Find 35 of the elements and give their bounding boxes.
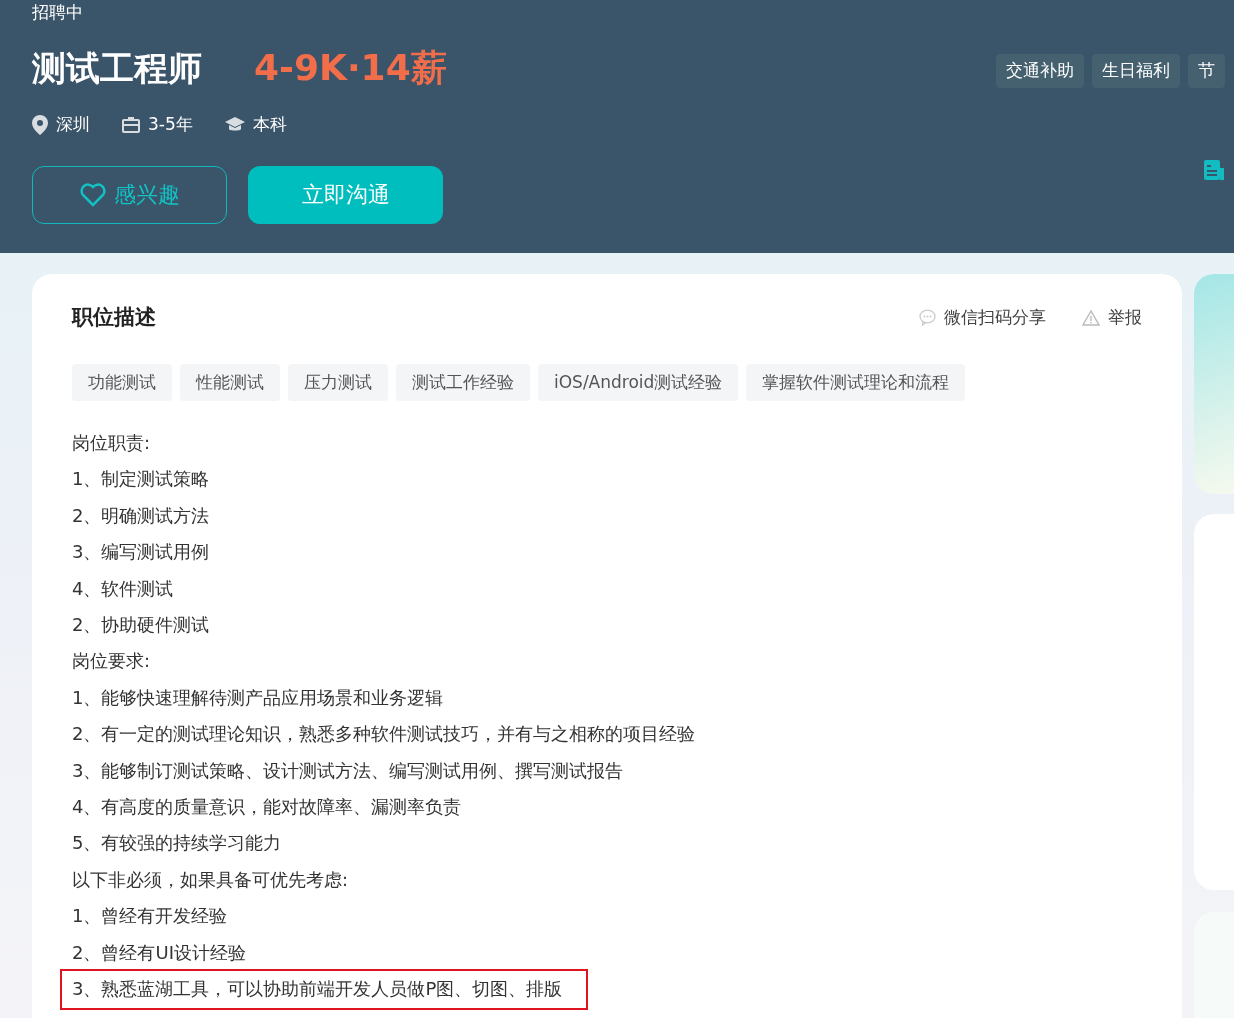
skill-tag: 掌握软件测试理论和流程 <box>746 363 966 401</box>
description-line: 2、曾经有UI设计经验 <box>72 940 246 965</box>
description-line: 岗位要求: <box>72 649 151 674</box>
description-line: 3、熟悉蓝湖工具，可以协助前端开发人员做P图、切图、排版 <box>62 971 587 1008</box>
skill-tag: 性能测试 <box>180 363 280 401</box>
description-line: 3、能够制订测试策略、设计测试方法、编写测试用例、撰写测试报告 <box>72 758 624 783</box>
status-label: 招聘中 <box>32 1 84 24</box>
description-line: 3、编写测试用例 <box>72 540 210 565</box>
description-line: 4、有高度的质量意识，能对故障率、漏测率负责 <box>72 795 462 820</box>
description-line: 5、有较强的持续学习能力 <box>72 831 282 856</box>
location-text: 深圳 <box>56 113 90 136</box>
description-line: 2、明确测试方法 <box>72 503 210 528</box>
description-line: 1、能够快速理解待测产品应用场景和业务逻辑 <box>72 685 444 710</box>
benefit-tag: 交通补助 <box>996 54 1084 88</box>
interest-button[interactable]: 感兴趣 <box>32 165 227 224</box>
share-link[interactable]: 微信扫码分享 <box>944 305 1046 331</box>
section-title: 职位描述 <box>72 304 156 331</box>
description-line: 2、有一定的测试理论知识，熟悉多种软件测试技巧，并有与之相称的项目经验 <box>72 722 696 747</box>
report-link[interactable]: 举报 <box>1108 305 1142 331</box>
benefit-tag: 节 <box>1188 54 1225 88</box>
skill-tag: 测试工作经验 <box>396 363 530 401</box>
job-title: 测试工程师 <box>32 51 202 85</box>
skill-tag: 功能测试 <box>72 363 172 401</box>
skill-tag: iOS/Android测试经验 <box>538 363 739 401</box>
description-line: 以下非必须，如果具备可优先考虑: <box>72 867 349 892</box>
description-line: 1、制定测试策略 <box>72 467 210 492</box>
experience-text: 3-5年 <box>148 113 193 136</box>
skill-tag: 压力测试 <box>288 363 388 401</box>
education-text: 本科 <box>252 113 287 136</box>
description-line: 4、软件测试 <box>72 576 174 601</box>
description-line: 1、曾经有开发经验 <box>72 904 228 929</box>
benefit-tag: 生日福利 <box>1092 54 1180 88</box>
salary-text: 4-9K·14薪 <box>254 50 447 86</box>
description-line: 岗位职责: <box>72 431 151 455</box>
description-line: 2、协助硬件测试 <box>72 613 210 638</box>
